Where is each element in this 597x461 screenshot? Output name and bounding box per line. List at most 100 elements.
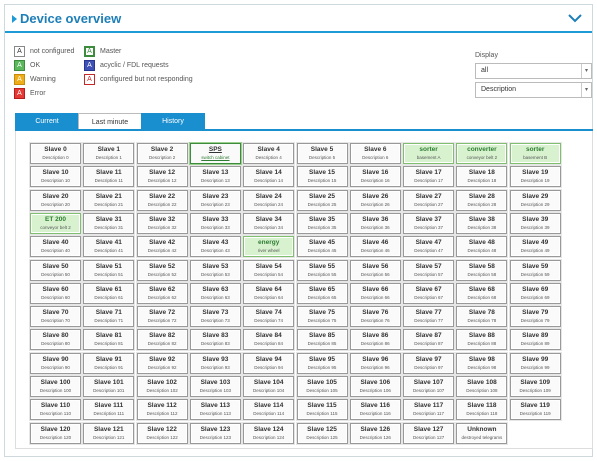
device-cell[interactable]: Slave 60 Description 60 bbox=[30, 282, 81, 304]
device-cell[interactable]: Slave 123 Description 123 bbox=[189, 422, 241, 444]
chevron-down-icon[interactable] bbox=[568, 12, 582, 24]
device-cell[interactable]: Slave 122 Description 122 bbox=[136, 422, 188, 444]
device-cell[interactable]: Slave 49 Description 49 bbox=[509, 236, 561, 258]
device-cell[interactable]: Unknown destroyed telegrams bbox=[456, 422, 508, 444]
device-cell[interactable]: Slave 26 Description 26 bbox=[349, 189, 401, 211]
device-cell[interactable]: Slave 87 Description 87 bbox=[403, 329, 455, 351]
device-cell[interactable]: sorter basement B bbox=[509, 143, 561, 164]
device-cell[interactable]: Slave 109 Description 109 bbox=[509, 376, 561, 397]
device-cell[interactable]: Slave 75 Description 75 bbox=[296, 306, 348, 328]
device-cell[interactable]: Slave 74 Description 74 bbox=[243, 306, 295, 328]
device-cell[interactable]: Slave 51 Description 51 bbox=[83, 259, 135, 281]
device-cell[interactable]: Slave 95 Description 95 bbox=[296, 352, 348, 374]
device-cell[interactable]: Slave 17 Description 17 bbox=[403, 166, 455, 188]
device-cell[interactable]: Slave 108 Description 108 bbox=[456, 376, 508, 397]
device-cell[interactable]: Slave 56 Description 56 bbox=[349, 259, 401, 281]
tab-history[interactable]: History bbox=[141, 113, 205, 130]
device-cell[interactable]: Slave 12 Description 12 bbox=[136, 166, 188, 188]
device-cell[interactable]: Slave 59 Description 59 bbox=[509, 259, 561, 281]
device-cell[interactable]: Slave 16 Description 16 bbox=[349, 166, 401, 188]
device-cell[interactable]: Slave 107 Description 107 bbox=[403, 376, 455, 397]
device-cell[interactable]: Slave 69 Description 69 bbox=[509, 282, 561, 304]
device-cell[interactable]: Slave 73 Description 73 bbox=[189, 306, 241, 328]
device-cell[interactable]: Slave 4 Description 4 bbox=[243, 143, 295, 164]
device-cell[interactable]: Slave 0 Description 0 bbox=[30, 143, 81, 164]
panel-header[interactable]: Device overview bbox=[5, 5, 592, 33]
device-cell[interactable]: Slave 52 Description 52 bbox=[136, 259, 188, 281]
device-cell[interactable]: Slave 22 Description 22 bbox=[136, 189, 188, 211]
device-cell[interactable]: Slave 28 Description 28 bbox=[456, 189, 508, 211]
device-cell[interactable]: Slave 121 Description 121 bbox=[83, 422, 135, 444]
device-cell[interactable]: Slave 1 Description 1 bbox=[83, 143, 135, 164]
device-cell[interactable]: Slave 100 Description 100 bbox=[30, 376, 81, 397]
device-cell[interactable]: energy river wheel bbox=[243, 236, 295, 258]
device-cell[interactable]: Slave 112 Description 112 bbox=[136, 399, 188, 421]
device-cell[interactable]: Slave 116 Description 116 bbox=[349, 399, 401, 421]
device-cell[interactable]: Slave 68 Description 68 bbox=[456, 282, 508, 304]
device-cell[interactable]: Slave 42 Description 42 bbox=[136, 236, 188, 258]
device-cell[interactable]: Slave 18 Description 18 bbox=[456, 166, 508, 188]
device-cell[interactable]: Slave 85 Description 85 bbox=[296, 329, 348, 351]
device-cell[interactable]: Slave 80 Description 80 bbox=[30, 329, 81, 351]
device-cell[interactable]: Slave 120 Description 120 bbox=[30, 422, 81, 444]
device-cell[interactable]: Slave 105 Description 105 bbox=[296, 376, 348, 397]
device-cell[interactable]: Slave 101 Description 101 bbox=[83, 376, 135, 397]
device-cell[interactable]: Slave 5 Description 5 bbox=[296, 143, 348, 164]
device-cell[interactable]: Slave 53 Description 53 bbox=[189, 259, 241, 281]
device-cell[interactable]: Slave 77 Description 77 bbox=[403, 306, 455, 328]
device-cell[interactable]: Slave 97 Description 97 bbox=[403, 352, 455, 374]
display-mode-select[interactable]: Description ▾ bbox=[475, 82, 592, 98]
device-cell[interactable]: Slave 96 Description 96 bbox=[349, 352, 401, 374]
device-cell[interactable]: sorter basement A bbox=[403, 143, 455, 164]
device-cell[interactable]: Slave 82 Description 82 bbox=[136, 329, 188, 351]
device-cell[interactable]: Slave 20 Description 20 bbox=[30, 189, 81, 211]
display-filter-select[interactable]: all ▾ bbox=[475, 63, 592, 79]
device-cell[interactable]: Slave 66 Description 66 bbox=[349, 282, 401, 304]
device-cell[interactable]: Slave 78 Description 78 bbox=[456, 306, 508, 328]
device-cell[interactable]: Slave 23 Description 23 bbox=[189, 189, 241, 211]
device-cell[interactable]: Slave 102 Description 102 bbox=[136, 376, 188, 397]
device-cell[interactable]: Slave 15 Description 15 bbox=[296, 166, 348, 188]
device-cell[interactable]: Slave 34 Description 34 bbox=[243, 212, 295, 234]
device-cell[interactable]: Slave 43 Description 43 bbox=[189, 236, 241, 258]
device-cell[interactable]: Slave 64 Description 64 bbox=[243, 282, 295, 304]
tab-current[interactable]: Current bbox=[15, 113, 79, 130]
device-cell[interactable]: Slave 54 Description 54 bbox=[243, 259, 295, 281]
device-cell[interactable]: Slave 117 Description 117 bbox=[403, 399, 455, 421]
device-cell[interactable]: Slave 40 Description 40 bbox=[30, 236, 81, 258]
device-cell[interactable]: Slave 70 Description 70 bbox=[30, 306, 81, 328]
device-cell[interactable]: Slave 110 Description 110 bbox=[30, 399, 81, 421]
device-cell[interactable]: Slave 48 Description 48 bbox=[456, 236, 508, 258]
device-cell[interactable]: Slave 79 Description 79 bbox=[509, 306, 561, 328]
device-cell[interactable]: Slave 38 Description 38 bbox=[456, 212, 508, 234]
device-cell[interactable]: Slave 104 Description 104 bbox=[243, 376, 295, 397]
device-cell[interactable]: Slave 46 Description 46 bbox=[349, 236, 401, 258]
device-cell[interactable]: Slave 93 Description 93 bbox=[189, 352, 241, 374]
device-cell[interactable]: Slave 63 Description 63 bbox=[189, 282, 241, 304]
device-cell[interactable]: Slave 67 Description 67 bbox=[403, 282, 455, 304]
device-cell[interactable]: Slave 58 Description 58 bbox=[456, 259, 508, 281]
device-cell[interactable]: Slave 57 Description 57 bbox=[403, 259, 455, 281]
device-cell[interactable]: Slave 27 Description 27 bbox=[403, 189, 455, 211]
device-cell[interactable]: Slave 45 Description 45 bbox=[296, 236, 348, 258]
device-cell[interactable]: Slave 114 Description 114 bbox=[243, 399, 295, 421]
device-cell[interactable]: Slave 111 Description 111 bbox=[83, 399, 135, 421]
device-cell[interactable]: Slave 47 Description 47 bbox=[403, 236, 455, 258]
device-cell[interactable]: Slave 37 Description 37 bbox=[403, 212, 455, 234]
device-cell[interactable]: Slave 19 Description 19 bbox=[509, 166, 561, 188]
device-cell[interactable]: ET 200 conveyor belt 2 bbox=[30, 212, 81, 234]
device-cell[interactable]: Slave 2 Description 2 bbox=[136, 143, 188, 164]
device-cell[interactable]: Slave 127 Description 127 bbox=[403, 422, 455, 444]
device-cell[interactable]: Slave 21 Description 21 bbox=[83, 189, 135, 211]
device-cell[interactable]: Slave 103 Description 103 bbox=[189, 376, 241, 397]
device-cell[interactable]: Slave 13 Description 13 bbox=[189, 166, 241, 188]
device-cell[interactable]: Slave 76 Description 76 bbox=[349, 306, 401, 328]
device-cell[interactable]: Slave 99 Description 99 bbox=[509, 352, 561, 374]
device-cell[interactable]: Slave 119 Description 119 bbox=[509, 399, 561, 421]
device-cell[interactable]: Slave 90 Description 90 bbox=[30, 352, 81, 374]
device-cell[interactable]: Slave 10 Description 10 bbox=[30, 166, 81, 188]
device-cell[interactable]: Slave 106 Description 106 bbox=[349, 376, 401, 397]
device-cell[interactable]: Slave 94 Description 94 bbox=[243, 352, 295, 374]
device-cell[interactable]: Slave 32 Description 32 bbox=[136, 212, 188, 234]
device-cell[interactable]: Slave 71 Description 71 bbox=[83, 306, 135, 328]
